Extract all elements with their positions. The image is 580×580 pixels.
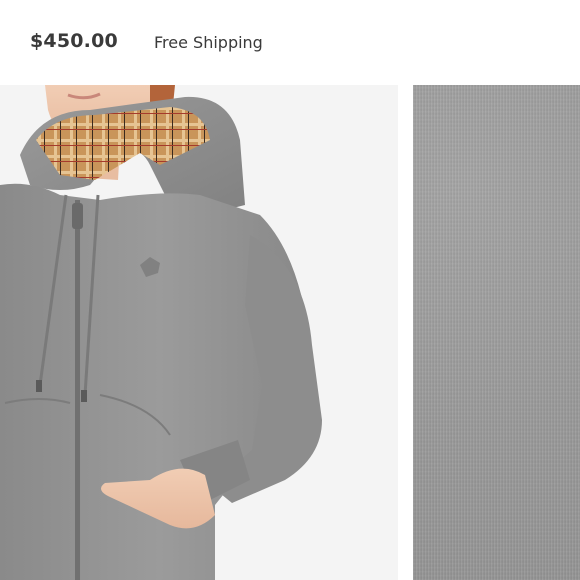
listing-header: $450.00 Free Shipping <box>0 0 580 85</box>
product-main-image[interactable] <box>0 85 398 580</box>
shipping-label: Free Shipping <box>154 33 263 52</box>
fabric-detail-image[interactable] <box>413 85 580 580</box>
price-label: $450.00 <box>30 30 118 52</box>
hoodie-illustration <box>0 85 398 580</box>
